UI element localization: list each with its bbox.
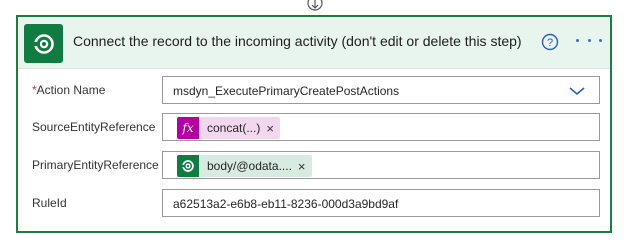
more-options-icon[interactable] bbox=[576, 30, 602, 50]
card-header[interactable]: Connect the record to the incoming activ… bbox=[18, 17, 610, 69]
primary-entity-reference-field[interactable]: body/@odata.... × bbox=[162, 151, 600, 179]
function-icon: fx bbox=[177, 117, 199, 139]
primary-entity-reference-row: PrimaryEntityReference body/@odata.... × bbox=[18, 151, 610, 181]
rule-id-input[interactable]: a62513a2-e6b8-eb11-8236-000d3a9bd9af bbox=[162, 189, 600, 217]
card-title: Connect the record to the incoming activ… bbox=[73, 33, 522, 49]
chevron-down-icon[interactable] bbox=[569, 86, 585, 96]
dataverse-logo-icon bbox=[24, 24, 63, 63]
action-name-dropdown[interactable]: msdyn_ExecutePrimaryCreatePostActions bbox=[162, 76, 600, 104]
add-step-connector-icon[interactable] bbox=[306, 0, 324, 15]
dataverse-token-icon bbox=[177, 155, 199, 177]
rule-id-label: RuleId bbox=[32, 196, 67, 210]
action-name-row: *Action Name msdyn_ExecutePrimaryCreateP… bbox=[18, 76, 610, 106]
expression-token-text: concat(...) bbox=[207, 121, 261, 135]
action-name-value: msdyn_ExecutePrimaryCreatePostActions bbox=[173, 84, 400, 98]
rule-id-value: a62513a2-e6b8-eb11-8236-000d3a9bd9af bbox=[173, 197, 399, 211]
remove-token-icon[interactable]: × bbox=[266, 121, 280, 136]
help-circle-icon[interactable]: ? bbox=[541, 33, 559, 51]
source-entity-reference-label: SourceEntityReference bbox=[32, 120, 156, 134]
rule-id-row: RuleId a62513a2-e6b8-eb11-8236-000d3a9bd… bbox=[18, 189, 610, 219]
dynamic-content-token-text: body/@odata.... bbox=[207, 159, 292, 173]
remove-token-icon[interactable]: × bbox=[298, 159, 312, 174]
action-name-label: *Action Name bbox=[32, 83, 106, 97]
svg-text:?: ? bbox=[547, 37, 553, 49]
primary-entity-reference-label: PrimaryEntityReference bbox=[32, 158, 159, 172]
action-card: Connect the record to the incoming activ… bbox=[16, 15, 612, 233]
dynamic-content-token[interactable]: body/@odata.... × bbox=[177, 155, 312, 177]
expression-token[interactable]: fx concat(...) × bbox=[177, 117, 280, 139]
source-entity-reference-field[interactable]: fx concat(...) × bbox=[162, 113, 600, 141]
source-entity-reference-row: SourceEntityReference fx concat(...) × bbox=[18, 113, 610, 143]
